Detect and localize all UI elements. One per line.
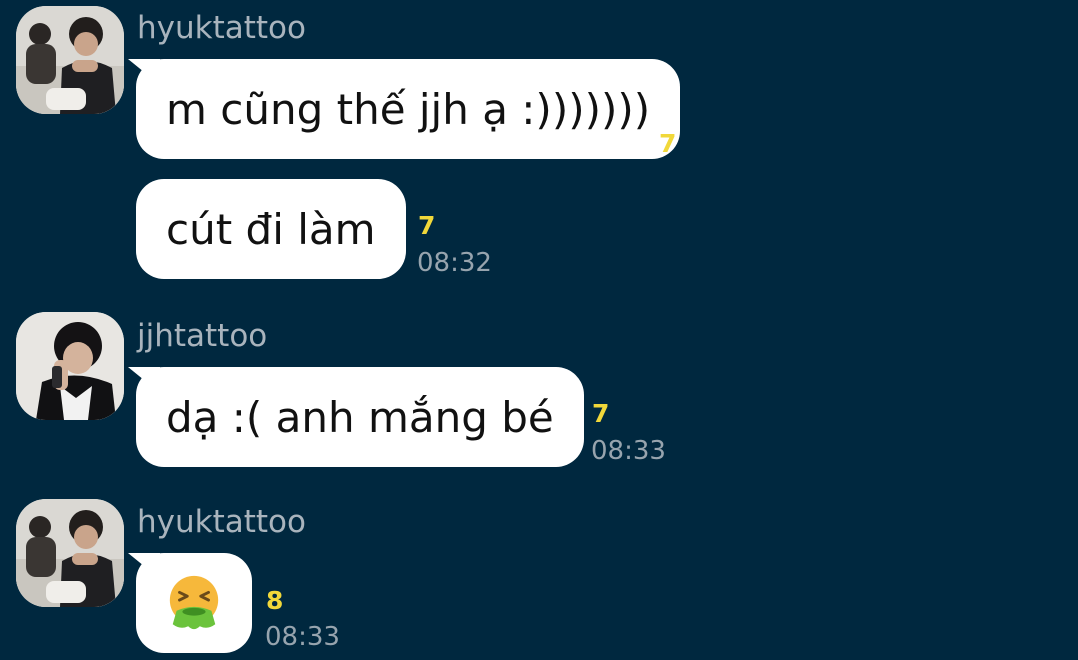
avatar-hyuktattoo[interactable]: [16, 6, 124, 114]
message-bubble[interactable]: cút đi làm: [136, 179, 406, 279]
profile-photo-icon: [16, 312, 124, 420]
message-text: dạ :( anh mắng bé: [166, 392, 554, 442]
avatar-jjhtattoo[interactable]: [16, 312, 124, 420]
sender-name: hyuktattoo: [137, 10, 306, 46]
message-text: m cũng thế jjh ạ :))))))): [166, 84, 651, 134]
message-bubble[interactable]: m cũng thế jjh ạ :))))))): [136, 59, 681, 159]
message-bubble[interactable]: dạ :( anh mắng bé: [136, 367, 584, 467]
message-timestamp: 08:33: [591, 436, 666, 466]
sender-name: hyuktattoo: [137, 504, 306, 540]
read-count: 8: [266, 586, 284, 615]
message-timestamp: 08:32: [417, 248, 492, 278]
profile-photo-icon: [16, 6, 124, 114]
sender-name: jjhtattoo: [137, 318, 268, 354]
profile-photo-icon: [16, 499, 124, 607]
read-count: 7: [659, 129, 677, 158]
message-timestamp: 08:33: [265, 622, 340, 652]
read-count: 7: [418, 211, 436, 240]
avatar-hyuktattoo[interactable]: [16, 499, 124, 607]
message-text: cút đi làm: [166, 204, 376, 254]
nauseated-face-emoji-icon: [169, 575, 219, 630]
message-bubble[interactable]: [136, 553, 252, 653]
read-count: 7: [592, 399, 610, 428]
